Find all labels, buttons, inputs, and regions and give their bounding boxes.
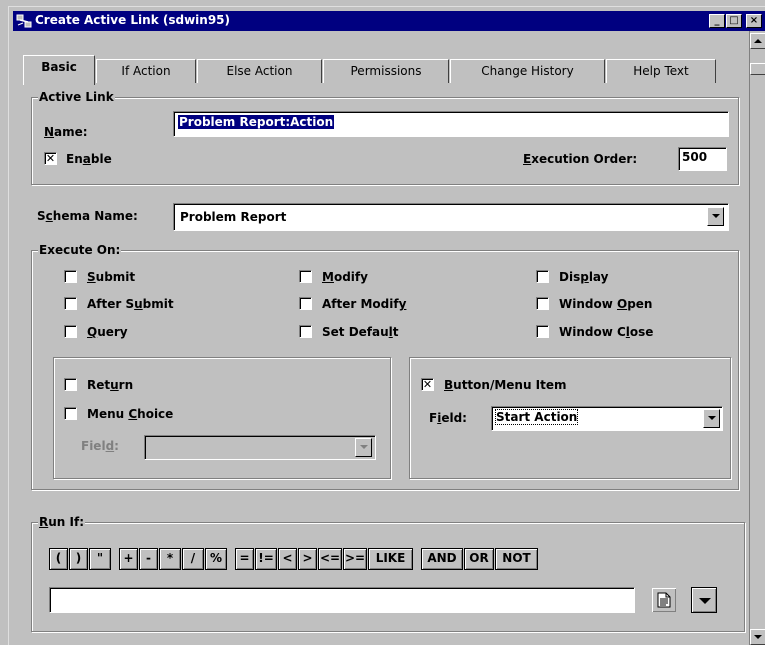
- after-submit-checkbox[interactable]: [64, 297, 77, 310]
- window-close-checkbox[interactable]: [536, 325, 549, 338]
- active-link-group-label: Active Link: [38, 90, 115, 104]
- button-field-dropdown-button[interactable]: [703, 409, 720, 428]
- window-close-label: Window Close: [559, 325, 654, 339]
- op-plus-button[interactable]: +: [119, 548, 138, 570]
- button-field-select[interactable]: Start Action: [491, 406, 723, 431]
- button-menu-item-label: Button/Menu Item: [444, 378, 567, 392]
- chevron-down-icon: [712, 214, 720, 218]
- chevron-down-icon: [360, 445, 368, 449]
- tab-permissions[interactable]: Permissions: [323, 59, 449, 83]
- menu-choice-label: Menu Choice: [87, 407, 174, 421]
- op-equals-button[interactable]: =: [235, 548, 254, 570]
- op-divide-button[interactable]: /: [182, 548, 204, 570]
- run-if-group: Run If:: [31, 515, 745, 632]
- op-not-equals-button[interactable]: !=: [255, 548, 277, 570]
- enable-label: Enable: [66, 152, 112, 166]
- schema-name-select[interactable]: Problem Report: [173, 203, 729, 231]
- set-default-checkbox[interactable]: [299, 325, 312, 338]
- enable-checkbox[interactable]: ✕: [44, 152, 57, 165]
- button-field-value: Start Action: [494, 409, 579, 425]
- op-minus-button[interactable]: -: [139, 548, 158, 570]
- op-quote-button[interactable]: ": [89, 548, 111, 570]
- name-label: Name:: [44, 125, 88, 139]
- query-label: Query: [87, 325, 128, 339]
- arrow-down-icon: [754, 635, 762, 639]
- run-if-qualification-input[interactable]: [49, 587, 635, 613]
- execute-on-group-label: Execute On:: [38, 243, 122, 257]
- modify-checkbox[interactable]: [299, 270, 312, 283]
- submit-checkbox[interactable]: [64, 270, 77, 283]
- tab-basic[interactable]: Basic: [23, 55, 95, 85]
- menu-choice-checkbox[interactable]: [64, 407, 77, 420]
- tab-change-history[interactable]: Change History: [450, 59, 605, 83]
- return-label: Return: [87, 378, 134, 392]
- after-modify-label: After Modify: [322, 297, 407, 311]
- execution-order-input[interactable]: 500: [678, 147, 727, 171]
- window-open-label: Window Open: [559, 297, 653, 311]
- op-or-button[interactable]: OR: [464, 548, 494, 570]
- op-modulo-button[interactable]: %: [205, 548, 227, 570]
- menu-field-select[interactable]: [144, 435, 376, 460]
- active-link-icon: [16, 14, 32, 28]
- chevron-down-icon: [708, 416, 716, 420]
- title-bar[interactable]: Create Active Link (sdwin95) _ □ ×: [13, 11, 765, 31]
- op-greater-than-button[interactable]: >: [298, 548, 317, 570]
- chevron-down-icon: [699, 598, 711, 604]
- button-menu-item-checkbox[interactable]: ✕: [421, 378, 434, 391]
- minimize-button[interactable]: _: [709, 14, 725, 28]
- tab-if-action[interactable]: If Action: [96, 59, 196, 83]
- schema-dropdown-button[interactable]: [707, 207, 724, 226]
- set-default-label: Set Default: [322, 325, 399, 339]
- window-title: Create Active Link (sdwin95): [35, 13, 231, 27]
- op-and-button[interactable]: AND: [421, 548, 463, 570]
- dialog-window: Create Active Link (sdwin95) _ □ × Basic…: [8, 6, 765, 645]
- scroll-up-button[interactable]: [750, 33, 765, 49]
- display-label: Display: [559, 270, 609, 284]
- run-if-group-label: Run If:: [38, 515, 85, 529]
- menu-field-dropdown-button[interactable]: [355, 438, 372, 457]
- op-multiply-button[interactable]: *: [159, 548, 181, 570]
- tab-help-text[interactable]: Help Text: [606, 59, 716, 83]
- vertical-scrollbar[interactable]: [749, 31, 765, 645]
- tab-else-action[interactable]: Else Action: [197, 59, 322, 83]
- display-checkbox[interactable]: [536, 270, 549, 283]
- modify-label: Modify: [322, 270, 368, 284]
- menu-field-label: Field:: [81, 439, 119, 453]
- document-icon: [657, 592, 671, 608]
- run-if-menu-button[interactable]: [691, 587, 717, 613]
- op-less-equal-button[interactable]: <=: [318, 548, 342, 570]
- execution-order-label: Execution Order:: [523, 152, 638, 166]
- op-open-paren-button[interactable]: (: [49, 548, 68, 570]
- close-button[interactable]: ×: [746, 14, 762, 28]
- name-value: Problem Report:Action: [178, 115, 335, 129]
- scroll-down-button[interactable]: [750, 629, 765, 645]
- query-checkbox[interactable]: [64, 325, 77, 338]
- submit-label: Submit: [87, 270, 136, 284]
- schema-name-value: Problem Report: [180, 210, 287, 224]
- op-not-button[interactable]: NOT: [495, 548, 538, 570]
- window-open-checkbox[interactable]: [536, 297, 549, 310]
- scroll-thumb[interactable]: [750, 63, 765, 75]
- after-submit-label: After Submit: [87, 297, 174, 311]
- maximize-button[interactable]: □: [726, 14, 742, 28]
- after-modify-checkbox[interactable]: [299, 297, 312, 310]
- expression-editor-button[interactable]: [651, 587, 677, 613]
- button-field-label: Field:: [429, 411, 467, 425]
- schema-name-label: Schema Name:: [37, 209, 138, 223]
- op-less-than-button[interactable]: <: [278, 548, 297, 570]
- return-checkbox[interactable]: [64, 378, 77, 391]
- op-close-paren-button[interactable]: ): [69, 548, 88, 570]
- name-input[interactable]: Problem Report:Action: [173, 111, 729, 137]
- arrow-up-icon: [754, 39, 762, 43]
- op-greater-equal-button[interactable]: >=: [343, 548, 367, 570]
- op-like-button[interactable]: LIKE: [368, 548, 413, 570]
